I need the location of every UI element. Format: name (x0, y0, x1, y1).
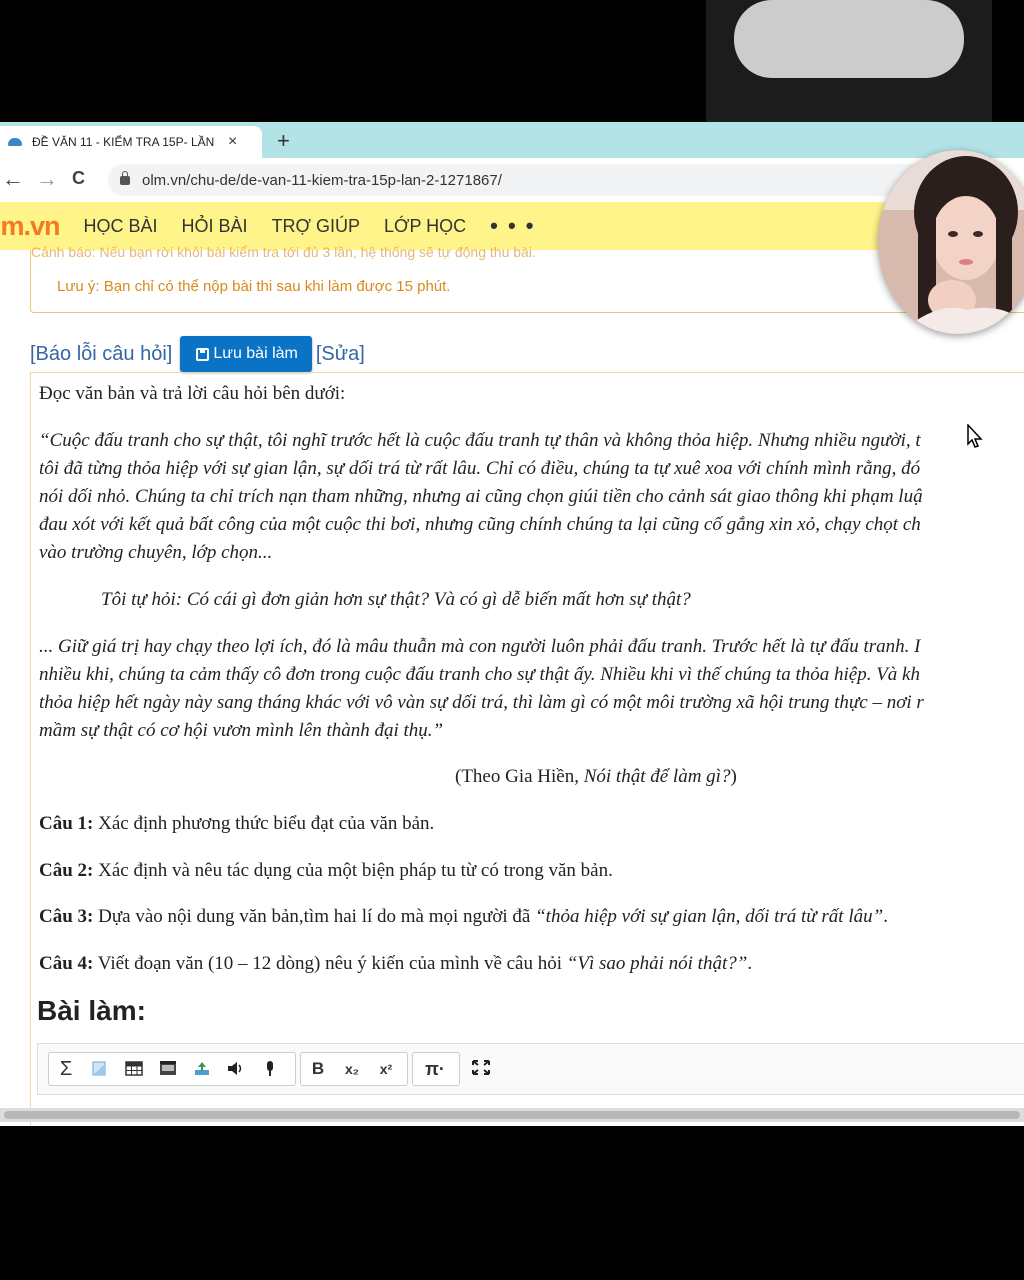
passage-question-line: Tôi tự hỏi: Có cái gì đơn giản hơn sự th… (101, 589, 691, 610)
passage-line: thỏa hiệp hết ngày này sang tháng khác v… (39, 692, 924, 713)
horizontal-scrollbar[interactable] (0, 1108, 1024, 1122)
intro-text: Đọc văn bản và trả lời câu hỏi bên dưới: (39, 383, 346, 404)
question-label: Câu 3: (39, 906, 94, 927)
site-navigation: lm.vn HỌC BÀI HỎI BÀI TRỢ GIÚP LỚP HỌC •… (0, 202, 1024, 250)
question-quote: “Vì sao phải nói thật?” (566, 953, 748, 974)
logo-text: lm.vn (0, 210, 61, 241)
url-text: olm.vn/chu-de/de-van-11-kiem-tra-15p-lan… (142, 171, 502, 189)
question-tail: . (747, 953, 753, 974)
superscript-button[interactable]: x² (369, 1061, 403, 1077)
question-1: Câu 1: Xác định phương thức biểu đạt của… (39, 813, 434, 835)
question-panel: Đọc văn bản và trả lời câu hỏi bên dưới:… (30, 372, 1024, 1126)
question-text: Xác định và nêu tác dụng của một biện ph… (93, 860, 613, 881)
subscript-button[interactable]: x₂ (335, 1061, 369, 1077)
question-text: Dựa vào nội dung văn bản,tìm hai lí do m… (93, 906, 536, 927)
reload-icon[interactable]: C (72, 168, 85, 189)
dynamic-island (734, 0, 964, 78)
source-prefix: (Theo Gia Hiền, (455, 766, 584, 787)
notice-note: Lưu ý: Bạn chỉ có thể nộp bài thi sau kh… (57, 278, 451, 295)
lock-icon (120, 170, 130, 185)
address-bar: ← → C olm.vn/chu-de/de-van-11-kiem-tra-1… (0, 158, 1024, 203)
upload-icon[interactable] (185, 1060, 219, 1078)
nav-hoi-bai[interactable]: HỎI BÀI (182, 216, 248, 237)
scrollbar-thumb[interactable] (4, 1111, 1020, 1119)
passage-source: (Theo Gia Hiền, Nói thật để làm gì?) (455, 766, 737, 788)
close-tab-icon[interactable]: × (228, 133, 237, 151)
bold-button[interactable]: B (301, 1059, 335, 1079)
pi-dropdown[interactable]: π· (413, 1059, 457, 1080)
source-title: Nói thật để làm gì? (583, 766, 731, 787)
question-4: Câu 4: Viết đoạn văn (10 – 12 dòng) nêu … (39, 953, 752, 975)
passage-line: mầm sự thật có cơ hội vươn mình lên thàn… (39, 720, 444, 741)
more-menu-icon[interactable]: • • • (490, 213, 535, 239)
microphone-icon[interactable] (253, 1060, 287, 1078)
source-suffix: ) (730, 766, 737, 787)
editor-toolbar: Σ B x₂ x² π· (37, 1043, 1024, 1095)
action-row: [Báo lỗi câu hỏi] Lưu bài làm [Sửa] (30, 336, 365, 372)
notice-warning: Cảnh báo: Nếu bạn rời khỏi bài kiểm tra … (31, 244, 536, 260)
exam-notice: Cảnh báo: Nếu bạn rời khỏi bài kiểm tra … (30, 244, 1024, 313)
question-3: Câu 3: Dựa vào nội dung văn bản,tìm hai … (39, 906, 888, 928)
nav-tro-giup[interactable]: TRỢ GIÚP (272, 216, 360, 237)
question-tail: . (883, 906, 888, 927)
passage-line: “Cuộc đấu tranh cho sự thật, tôi nghĩ tr… (39, 430, 921, 451)
new-tab-button[interactable]: + (277, 128, 290, 154)
url-field[interactable]: olm.vn/chu-de/de-van-11-kiem-tra-15p-lan… (108, 164, 1008, 196)
save-button-label: Lưu bài làm (213, 345, 298, 362)
question-label: Câu 1: (39, 813, 94, 834)
image-icon[interactable] (83, 1060, 117, 1078)
browser-tab[interactable]: ĐỀ VĂN 11 - KIỂM TRA 15P- LẦN × (0, 126, 262, 158)
tab-strip: ĐỀ VĂN 11 - KIỂM TRA 15P- LẦN × + (0, 122, 1024, 158)
audio-icon[interactable] (219, 1060, 253, 1078)
view-toolbar-group (464, 1052, 504, 1084)
sigma-icon[interactable]: Σ (49, 1058, 83, 1081)
tab-title: ĐỀ VĂN 11 - KIỂM TRA 15P- LẦN (32, 135, 215, 149)
question-2: Câu 2: Xác định và nêu tác dụng của một … (39, 860, 613, 882)
mouse-cursor-icon (967, 424, 983, 448)
question-text: Viết đoạn văn (10 – 12 dòng) nêu ý kiến … (93, 953, 567, 974)
video-icon[interactable] (151, 1060, 185, 1078)
browser-window: ĐỀ VĂN 11 - KIỂM TRA 15P- LẦN × + ← → C … (0, 122, 1024, 1126)
answer-title: Bài làm: (37, 995, 146, 1026)
insert-toolbar-group: Σ (48, 1052, 296, 1086)
save-disk-icon (196, 347, 210, 361)
math-toolbar-group: π· (412, 1052, 460, 1086)
report-error-link[interactable]: [Báo lỗi câu hỏi] (30, 343, 172, 366)
edit-link[interactable]: [Sửa] (316, 343, 365, 366)
forward-icon[interactable]: → (36, 166, 58, 192)
nav-hoc-bai[interactable]: HỌC BÀI (84, 216, 158, 237)
back-icon[interactable]: ← (2, 166, 24, 192)
cloud-icon (8, 138, 22, 146)
question-label: Câu 2: (39, 860, 94, 881)
passage-line: vào trường chuyên, lớp chọn... (39, 542, 273, 563)
fullscreen-icon[interactable] (464, 1059, 498, 1077)
save-answer-button[interactable]: Lưu bài làm (180, 336, 312, 372)
table-icon[interactable] (117, 1060, 151, 1078)
user-camera-avatar (878, 150, 1024, 334)
site-logo[interactable]: lm.vn (0, 210, 61, 242)
question-quote: “thỏa hiệp với sự gian lận, dối trá từ r… (535, 906, 884, 927)
passage-line: nhiều khi, chúng ta cảm thấy cô đơn tron… (39, 664, 920, 685)
passage-line: tôi đã từng thỏa hiệp với sự gian lận, s… (39, 458, 921, 479)
passage-line: nói dối nhỏ. Chúng ta chỉ trích nạn tham… (39, 486, 923, 507)
question-text: Xác định phương thức biểu đạt của văn bả… (93, 813, 435, 834)
question-label: Câu 4: (39, 953, 94, 974)
format-toolbar-group: B x₂ x² (300, 1052, 408, 1086)
nav-lop-hoc[interactable]: LỚP HỌC (384, 216, 466, 237)
passage-line: đau xót với kết quả bất công của một cuộ… (39, 514, 921, 535)
passage-line: ... Giữ giá trị hay chạy theo lợi ích, đ… (39, 636, 921, 657)
